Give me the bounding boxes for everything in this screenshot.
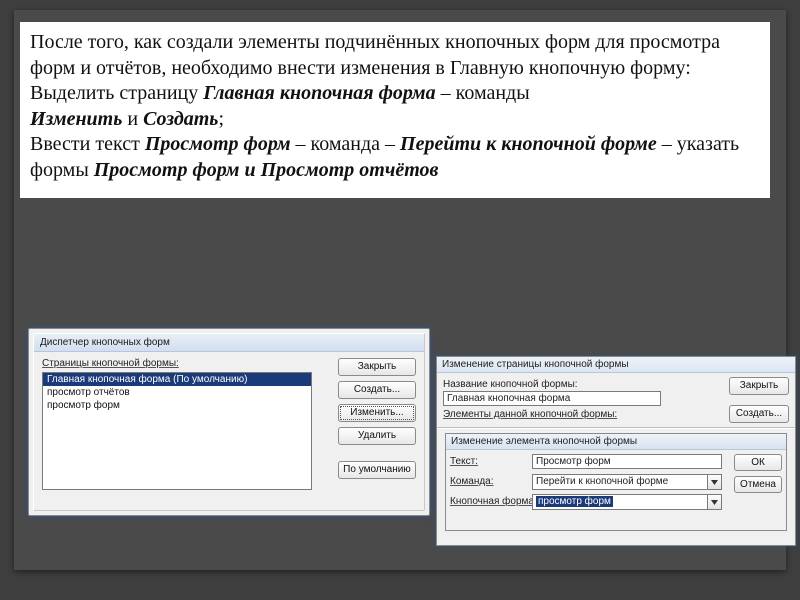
default-button[interactable]: По умолчанию (338, 461, 416, 479)
pages-listbox[interactable]: Главная кнопочная форма (По умолчанию) п… (42, 372, 312, 490)
list-item[interactable]: просмотр отчётов (43, 386, 311, 399)
delete-button[interactable]: Удалить (338, 427, 416, 445)
para2g: ; (218, 108, 224, 130)
switchboard-manager-dialog: Диспетчер кнопочных форм Страницы кнопоч… (28, 328, 430, 516)
command-label: Команда: (450, 476, 494, 487)
para2e: и (122, 108, 143, 130)
name-label: Название кнопочной формы: (443, 379, 578, 390)
edit-switchboard-page-dialog: Изменение страницы кнопочной формы Назва… (436, 356, 796, 546)
form-value[interactable]: просмотр форм (532, 494, 708, 510)
close-button[interactable]: Закрыть (338, 358, 416, 376)
ok-button[interactable]: ОК (734, 454, 782, 471)
dialog-title: Изменение элемента кнопочной формы (446, 434, 786, 450)
edit-switchboard-item-dialog: Изменение элемента кнопочной формы Текст… (445, 433, 787, 531)
chevron-down-icon[interactable] (708, 494, 722, 510)
list-item[interactable]: просмотр форм (43, 399, 311, 412)
form-combobox[interactable]: просмотр форм (532, 494, 722, 510)
cancel-button[interactable]: Отмена (734, 476, 782, 493)
list-item[interactable]: Главная кнопочная форма (По умолчанию) (43, 373, 311, 386)
chevron-down-icon[interactable] (708, 474, 722, 490)
text-input[interactable]: Просмотр форм (532, 454, 722, 469)
new-button[interactable]: Создать... (338, 381, 416, 399)
command-value[interactable]: Перейти к кнопочной форме (532, 474, 708, 490)
instruction-text: После того, как создали элементы подчинё… (20, 22, 770, 198)
slide: После того, как создали элементы подчинё… (14, 10, 786, 570)
para3d: Перейти к кнопочной форме (400, 133, 657, 155)
para3a: Ввести текст (30, 133, 145, 155)
new-button[interactable]: Создать... (729, 405, 789, 423)
name-input[interactable]: Главная кнопочная форма (443, 391, 661, 406)
para2d: Изменить (30, 108, 122, 130)
para1: После того, как создали элементы подчинё… (30, 31, 720, 79)
close-button[interactable]: Закрыть (729, 377, 789, 395)
para3b: Просмотр форм (145, 133, 291, 155)
para2f: Создать (143, 108, 218, 130)
dialog-title: Изменение страницы кнопочной формы (437, 357, 795, 373)
para3c: – команда – (291, 133, 400, 155)
edit-button[interactable]: Изменить... (338, 404, 416, 422)
pages-label: Страницы кнопочной формы: (42, 358, 179, 369)
dialog-title: Диспетчер кнопочных форм (34, 334, 424, 352)
para3f: Просмотр форм и Просмотр отчётов (94, 159, 439, 181)
para2c: – команды (436, 82, 530, 104)
para2b: Главная кнопочная форма (203, 82, 435, 104)
items-label: Элементы данной кнопочной формы: (443, 409, 617, 420)
form-label: Кнопочная форма: (450, 496, 537, 507)
command-combobox[interactable]: Перейти к кнопочной форме (532, 474, 722, 490)
para2a: Выделить страницу (30, 82, 203, 104)
text-label: Текст: (450, 456, 478, 467)
